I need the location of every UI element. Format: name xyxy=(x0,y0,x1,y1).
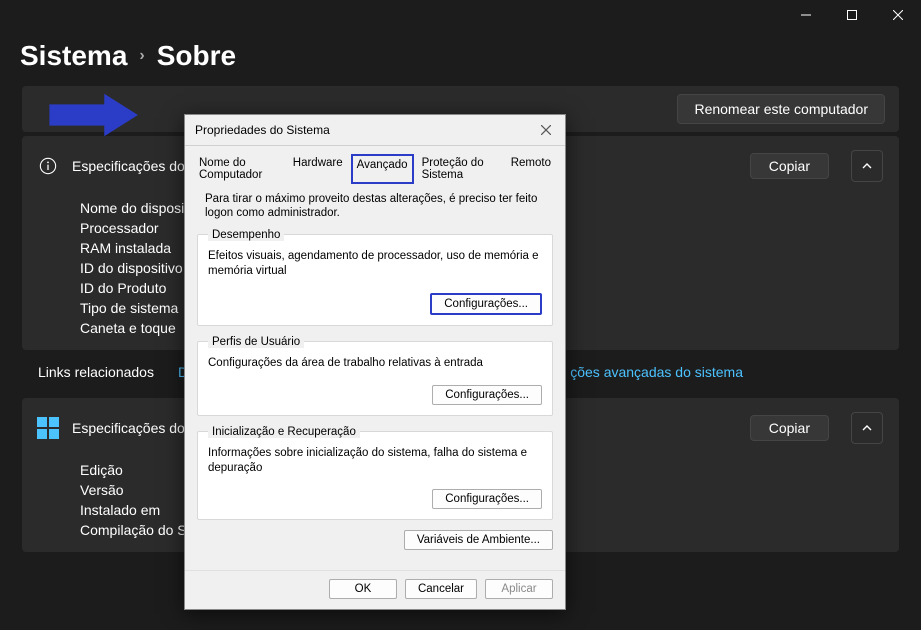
tab-computer-name[interactable]: Nome do Computador xyxy=(195,154,285,184)
chevron-right-icon: › xyxy=(139,47,144,65)
dialog-close-button[interactable] xyxy=(537,121,555,139)
dialog-tabs: Nome do Computador Hardware Avançado Pro… xyxy=(185,146,565,184)
user-profiles-desc: Configurações da área de trabalho relati… xyxy=(208,356,542,371)
link-advanced-system[interactable]: ções avançadas do sistema xyxy=(570,364,743,380)
startup-recovery-group: Inicialização e Recuperação Informações … xyxy=(197,426,553,521)
performance-legend: Desempenho xyxy=(208,229,284,241)
breadcrumb-current: Sobre xyxy=(157,40,236,72)
rename-computer-button[interactable]: Renomear este computador xyxy=(677,94,885,124)
related-links-label: Links relacionados xyxy=(38,364,154,380)
info-icon xyxy=(38,156,58,176)
minimize-button[interactable] xyxy=(783,0,829,30)
startup-recovery-desc: Informações sobre inicialização do siste… xyxy=(208,446,542,476)
breadcrumb: Sistema › Sobre xyxy=(0,30,921,86)
cancel-button[interactable]: Cancelar xyxy=(405,579,477,599)
performance-desc: Efeitos visuais, agendamento de processa… xyxy=(208,249,542,279)
user-profiles-legend: Perfis de Usuário xyxy=(208,336,304,348)
tab-advanced[interactable]: Avançado xyxy=(351,154,414,184)
annotation-arrow xyxy=(36,86,146,132)
copy-device-specs-button[interactable]: Copiar xyxy=(750,153,829,179)
tab-system-protection[interactable]: Proteção do Sistema xyxy=(418,154,503,184)
user-profiles-group: Perfis de Usuário Configurações da área … xyxy=(197,336,553,416)
environment-variables-button[interactable]: Variáveis de Ambiente... xyxy=(404,530,553,550)
dialog-title: Propriedades do Sistema xyxy=(195,123,537,137)
admin-note: Para tirar o máximo proveito destas alte… xyxy=(205,192,545,221)
collapse-windows-specs-button[interactable] xyxy=(851,412,883,444)
maximize-button[interactable] xyxy=(829,0,875,30)
breadcrumb-parent[interactable]: Sistema xyxy=(20,40,127,72)
copy-windows-specs-button[interactable]: Copiar xyxy=(750,415,829,441)
ok-button[interactable]: OK xyxy=(329,579,397,599)
performance-group: Desempenho Efeitos visuais, agendamento … xyxy=(197,229,553,326)
startup-recovery-settings-button[interactable]: Configurações... xyxy=(432,489,542,509)
tab-hardware[interactable]: Hardware xyxy=(289,154,347,184)
close-button[interactable] xyxy=(875,0,921,30)
dialog-titlebar: Propriedades do Sistema xyxy=(185,115,565,146)
apply-button[interactable]: Aplicar xyxy=(485,579,553,599)
windows-icon xyxy=(38,418,58,438)
dialog-footer: OK Cancelar Aplicar xyxy=(185,570,565,609)
performance-settings-button[interactable]: Configurações... xyxy=(430,293,542,315)
startup-recovery-legend: Inicialização e Recuperação xyxy=(208,426,360,438)
system-properties-dialog: Propriedades do Sistema Nome do Computad… xyxy=(184,114,566,610)
collapse-device-specs-button[interactable] xyxy=(851,150,883,182)
window-titlebar xyxy=(0,0,921,30)
tab-remote[interactable]: Remoto xyxy=(507,154,555,184)
user-profiles-settings-button[interactable]: Configurações... xyxy=(432,385,542,405)
